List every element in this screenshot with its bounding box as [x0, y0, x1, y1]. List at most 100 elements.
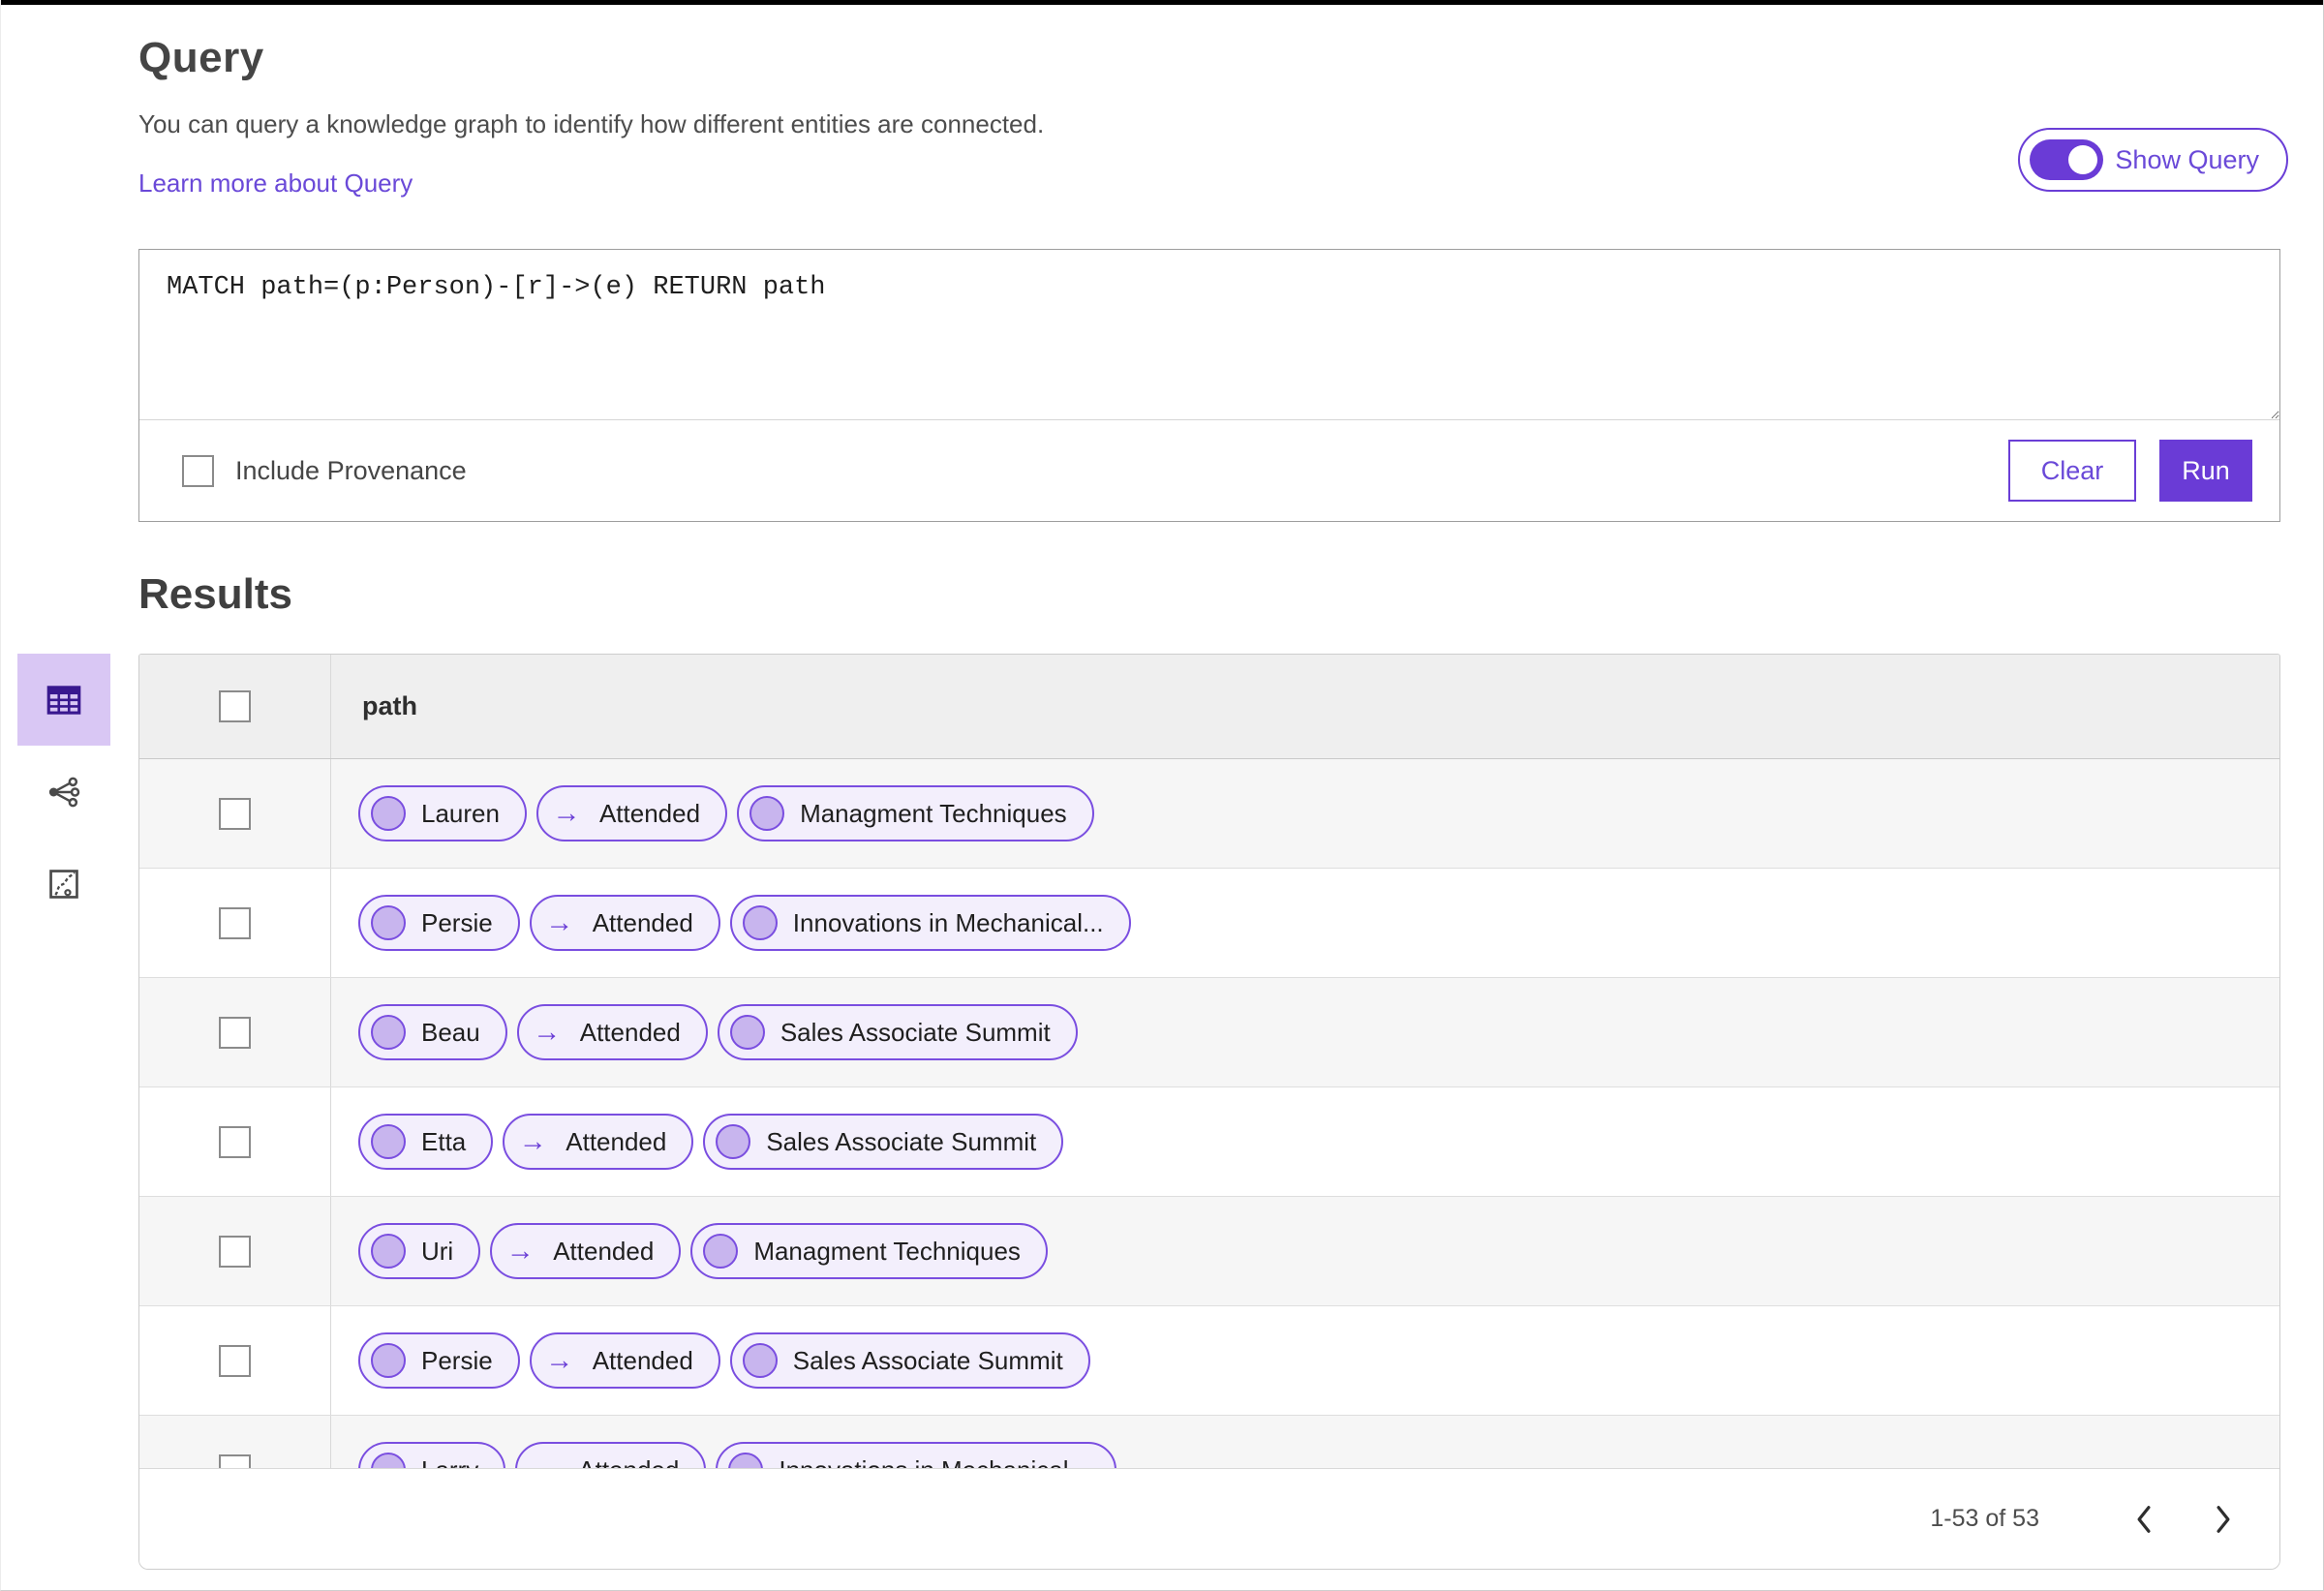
results-table: path Lauren → Attended Managment Techniqu… [138, 654, 2280, 1570]
entity-node-icon [703, 1234, 739, 1269]
results-title: Results [138, 570, 292, 618]
entity-pill[interactable]: Sales Associate Summit [717, 1004, 1078, 1060]
page-title: Query [138, 34, 264, 81]
table-view-icon [46, 685, 81, 715]
results-section: path Lauren → Attended Managment Techniqu… [1, 654, 2323, 1570]
entity-pill[interactable]: Innovations in Mechanical... [729, 895, 1131, 951]
table-row: Persie → Attended Innovations in Mechanic… [139, 869, 2279, 978]
entity-pill[interactable]: Lauren [358, 785, 527, 841]
arrow-right-icon: → [518, 1125, 547, 1157]
entity-label: Etta [421, 1126, 467, 1156]
relation-label: Attended [579, 1017, 681, 1047]
entity-label: Persie [421, 1345, 493, 1375]
entity-pill[interactable]: Larry [358, 1442, 506, 1469]
entity-pill[interactable]: Uri [358, 1223, 481, 1279]
query-toolbar: Include Provenance Clear Run [139, 420, 2279, 521]
entity-node-icon [371, 1015, 406, 1050]
entity-node-icon [728, 1453, 764, 1468]
entity-node-icon [371, 905, 406, 940]
chevron-right-icon [2217, 1505, 2230, 1533]
entity-label: Lauren [421, 798, 500, 828]
row-checkbox[interactable] [219, 797, 251, 830]
entity-pill[interactable]: Beau [358, 1004, 507, 1060]
entity-label: Innovations in Mechanical... [779, 1455, 1089, 1469]
arrow-right-icon: → [545, 906, 574, 938]
entity-pill[interactable]: Sales Associate Summit [729, 1332, 1090, 1389]
entity-node-icon [371, 1234, 406, 1269]
relation-pill[interactable]: → Attended [490, 1223, 682, 1279]
query-input[interactable]: MATCH path=(p:Person)-[r]->(e) RETURN pa… [139, 250, 2279, 420]
table-header-row: path [139, 655, 2279, 759]
toggle-switch-icon [2030, 139, 2104, 180]
arrow-right-icon: → [552, 797, 581, 829]
query-description: You can query a knowledge graph to ident… [138, 109, 1045, 138]
chart-view-icon [49, 869, 78, 899]
table-body[interactable]: Lauren → Attended Managment Techniques Pe… [139, 759, 2279, 1468]
relation-label: Attended [578, 1455, 679, 1469]
entity-node-icon [371, 1124, 406, 1159]
entity-pill[interactable]: Managment Techniques [737, 785, 1094, 841]
table-row: Beau → Attended Sales Associate Summit [139, 978, 2279, 1087]
entity-pill[interactable]: Sales Associate Summit [703, 1114, 1064, 1170]
row-checkbox[interactable] [219, 1453, 251, 1468]
relation-pill[interactable]: → Attended [515, 1442, 707, 1469]
relation-pill[interactable]: → Attended [516, 1004, 708, 1060]
show-query-toggle[interactable]: Show Query [2018, 128, 2288, 192]
entity-label: Larry [421, 1455, 478, 1469]
window-top-border [1, 0, 2323, 5]
previous-page-button[interactable] [2117, 1492, 2171, 1546]
graph-view-button[interactable] [17, 746, 110, 838]
pagination-bar: 1-53 of 53 [139, 1468, 2279, 1569]
run-button[interactable]: Run [2159, 440, 2252, 502]
next-page-button[interactable] [2196, 1492, 2250, 1546]
entity-label: Managment Techniques [753, 1236, 1021, 1266]
select-all-cell [139, 655, 331, 758]
arrow-right-icon: → [528, 1454, 563, 1469]
learn-more-link[interactable]: Learn more about Query [138, 168, 413, 199]
row-checkbox[interactable] [219, 1016, 251, 1049]
row-checkbox[interactable] [219, 1344, 251, 1377]
include-provenance-checkbox[interactable] [182, 454, 214, 487]
table-view-button[interactable] [17, 654, 110, 746]
query-panel: MATCH path=(p:Person)-[r]->(e) RETURN pa… [138, 249, 2280, 522]
relation-label: Attended [592, 907, 693, 937]
table-row: Persie → Attended Sales Associate Summit [139, 1306, 2279, 1416]
row-checkbox[interactable] [219, 1235, 251, 1268]
chart-view-button[interactable] [17, 838, 110, 930]
entity-label: Beau [421, 1017, 480, 1047]
entity-node-icon [371, 1343, 406, 1378]
row-checkbox[interactable] [219, 906, 251, 939]
entity-label: Sales Associate Summit [792, 1345, 1063, 1375]
column-header-path: path [362, 691, 417, 720]
relation-pill[interactable]: → Attended [503, 1114, 694, 1170]
entity-pill[interactable]: Persie [358, 895, 520, 951]
relation-pill[interactable]: → Attended [529, 1332, 720, 1389]
pagination-range: 1-53 of 53 [1930, 1505, 2039, 1532]
entity-node-icon [371, 796, 406, 831]
table-row: Etta → Attended Sales Associate Summit [139, 1087, 2279, 1197]
entity-pill[interactable]: Etta [358, 1114, 494, 1170]
include-provenance-label: Include Provenance [235, 455, 467, 485]
entity-label: Uri [421, 1236, 454, 1266]
entity-node-icon [371, 1453, 406, 1468]
entity-pill[interactable]: Managment Techniques [690, 1223, 1048, 1279]
query-page: Query You can query a knowledge graph to… [0, 0, 2324, 1591]
include-provenance-option[interactable]: Include Provenance [182, 454, 467, 487]
row-checkbox[interactable] [219, 1125, 251, 1158]
entity-label: Sales Associate Summit [780, 1017, 1051, 1047]
clear-button[interactable]: Clear [2008, 440, 2136, 502]
entity-pill[interactable]: Persie [358, 1332, 520, 1389]
chevron-left-icon [2137, 1505, 2151, 1533]
relation-pill[interactable]: → Attended [535, 785, 728, 841]
select-all-checkbox[interactable] [219, 690, 251, 722]
relation-pill[interactable]: → Attended [529, 895, 720, 951]
arrow-right-icon: → [533, 1016, 562, 1048]
show-query-label: Show Query [2115, 144, 2259, 174]
network-graph-icon [48, 777, 80, 807]
entity-node-icon [749, 796, 785, 831]
entity-node-icon [716, 1124, 751, 1159]
relation-label: Attended [553, 1236, 655, 1266]
relation-label: Attended [598, 798, 701, 828]
entity-pill[interactable]: Innovations in Mechanical... [716, 1442, 1117, 1469]
view-switcher [17, 654, 110, 930]
